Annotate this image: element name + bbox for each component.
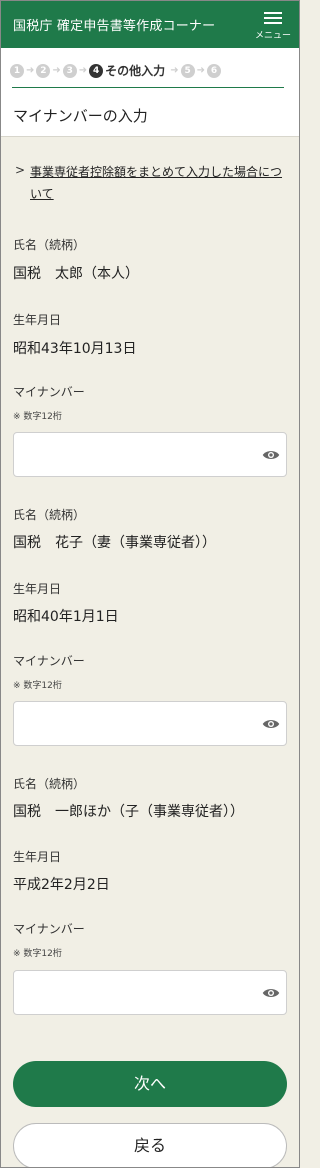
arrow-right-icon: ➜ [196,65,205,76]
step-1: 1 [10,63,24,78]
mynumber-hint: ※ 数字12桁 [13,412,62,422]
mynumber-input[interactable] [22,441,242,469]
mynumber-field[interactable] [13,701,287,746]
page-title-bar: マイナンバーの入力 [0,93,300,137]
birthdate-label: 生年月日 [13,850,62,864]
mynumber-field[interactable] [13,970,287,1015]
mynumber-label: マイナンバー [13,385,85,399]
page-title: マイナンバーの入力 [13,107,148,125]
mynumber-hint: ※ 数字12桁 [13,949,62,959]
arrow-right-icon: ➜ [78,65,88,76]
menu-label: メニュー [255,31,292,41]
birthdate-label: 生年月日 [13,582,62,596]
show-password-icon[interactable] [262,448,280,462]
name-label: 氏名（続柄） [13,508,86,522]
info-link-text[interactable]: 事業専従者控除額をまとめて入力した場合について [30,161,290,205]
birthdate-value: 昭和40年1月1日 [13,609,119,625]
arrow-right-icon: ➜ [170,65,179,76]
step-2: 2 [36,63,51,78]
mynumber-hint: ※ 数字12桁 [13,681,62,691]
mynumber-label: マイナンバー [13,922,85,936]
birthdate-value: 平成2年2月2日 [13,877,110,893]
arrow-right-icon: ➜ [26,65,35,76]
step-3: 3 [62,63,77,78]
mynumber-label: マイナンバー [13,654,85,668]
step-6: 6 [206,63,221,78]
name-label: 氏名（続柄） [13,238,86,252]
menu-button[interactable]: メニュー [255,10,291,42]
step-4-current: 4 [89,63,104,78]
name-label: 氏名（続柄） [13,777,86,791]
name-value: 国税 太郎（本人） [13,266,139,282]
mynumber-field[interactable] [13,432,287,477]
step-5: 5 [180,63,195,78]
app-header: 国税庁 確定申告書等作成コーナー メニュー [0,0,300,48]
show-password-icon[interactable] [262,986,280,1000]
birthdate-value: 昭和43年10月13日 [13,341,137,357]
step-underline [12,87,284,88]
mynumber-input[interactable] [22,710,242,738]
chevron-right-icon: > [15,163,26,177]
arrow-right-icon: ➜ [52,65,61,76]
next-button[interactable]: 次へ [13,1061,287,1107]
mynumber-input[interactable] [22,979,242,1007]
back-button[interactable]: 戻る [13,1123,287,1168]
hamburger-icon [264,12,282,24]
name-value: 国税 一郎ほか（子（事業専従者）） [13,804,244,820]
current-step-label: その他入力 [105,64,166,78]
show-password-icon[interactable] [262,717,280,731]
name-value: 国税 花子（妻（事業専従者）） [13,535,216,551]
app-title: 国税庁 確定申告書等作成コーナー [13,19,216,34]
birthdate-label: 生年月日 [13,313,62,327]
